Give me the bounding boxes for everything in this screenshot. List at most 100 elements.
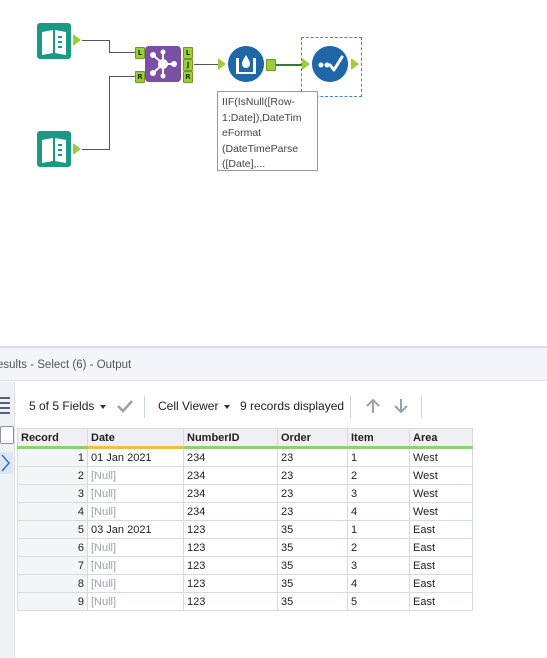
cell-area[interactable]: West [409, 466, 473, 485]
cell-order[interactable]: 35 [277, 520, 348, 539]
cell-record[interactable]: 4 [17, 502, 88, 521]
cell-area[interactable]: West [409, 502, 473, 521]
cell-item[interactable]: 5 [347, 592, 410, 611]
cell-date[interactable]: 03 Jan 2021 [87, 520, 184, 539]
cell-date[interactable]: [Null] [87, 556, 184, 575]
table-view-button[interactable] [0, 426, 14, 444]
cell-date[interactable]: 01 Jan 2021 [87, 447, 184, 467]
cell-area[interactable]: East [409, 520, 473, 539]
cell-numberid[interactable]: 234 [183, 447, 278, 467]
toolbar-divider [350, 396, 351, 418]
cell-record[interactable]: 5 [17, 520, 88, 539]
column-header-record[interactable]: Record [17, 428, 88, 449]
cell-record[interactable]: 7 [17, 556, 88, 575]
cell-numberid[interactable]: 234 [183, 466, 278, 485]
cell-area[interactable]: East [409, 574, 473, 593]
select-output-anchor[interactable] [351, 58, 359, 70]
cell-numberid[interactable]: 234 [183, 502, 278, 521]
cell-record[interactable]: 3 [17, 484, 88, 503]
cell-date[interactable]: [Null] [87, 592, 184, 611]
table-row[interactable]: 8 [Null] 123 35 4 East [17, 574, 473, 593]
cell-numberid[interactable]: 123 [183, 556, 278, 575]
toolbar-divider [421, 396, 422, 418]
table-row[interactable]: 2 [Null] 234 23 2 West [17, 466, 473, 485]
cell-area[interactable]: East [409, 592, 473, 611]
join-tool[interactable] [145, 46, 181, 85]
join-right-anchor[interactable]: R [135, 71, 145, 83]
connection-wire [109, 76, 110, 150]
cell-numberid[interactable]: 123 [183, 520, 278, 539]
metadata-icon[interactable] [0, 452, 13, 474]
table-row[interactable]: 9 [Null] 123 35 5 East [17, 592, 473, 611]
join-left-anchor[interactable]: L [135, 47, 145, 59]
cell-item[interactable]: 4 [347, 502, 410, 521]
cell-order[interactable]: 35 [277, 538, 348, 557]
table-header-row: Record Date NumberID Order Item Area [17, 428, 473, 449]
cell-date[interactable]: [Null] [87, 502, 184, 521]
table-row[interactable]: 6 [Null] 123 35 2 East [17, 538, 473, 557]
cell-viewer-label: Cell Viewer [158, 399, 219, 413]
list-icon[interactable] [0, 396, 12, 414]
input-2-output-anchor[interactable] [73, 143, 81, 155]
cell-numberid[interactable]: 123 [183, 592, 278, 611]
connection-wire [82, 40, 110, 41]
cell-date[interactable]: [Null] [87, 538, 184, 557]
cell-area[interactable]: West [409, 447, 473, 467]
cell-item[interactable]: 2 [347, 466, 410, 485]
cell-order[interactable]: 35 [277, 556, 348, 575]
join-left-output-anchor[interactable]: L [183, 47, 193, 59]
column-header-order[interactable]: Order [277, 428, 348, 449]
cell-numberid[interactable]: 234 [183, 484, 278, 503]
formula-input-anchor[interactable] [218, 58, 226, 70]
cell-item[interactable]: 3 [347, 556, 410, 575]
cell-date[interactable]: [Null] [87, 466, 184, 485]
cell-numberid[interactable]: 123 [183, 538, 278, 557]
cell-viewer-dropdown[interactable]: Cell Viewer [158, 399, 231, 413]
arrow-down-icon[interactable] [392, 397, 410, 415]
cell-item[interactable]: 1 [347, 520, 410, 539]
cell-item[interactable]: 3 [347, 484, 410, 503]
column-header-date[interactable]: Date [87, 428, 184, 449]
table-row[interactable]: 1 01 Jan 2021 234 23 1 West [17, 447, 473, 467]
column-header-numberid[interactable]: NumberID [183, 428, 278, 449]
input-1-output-anchor[interactable] [73, 34, 81, 46]
input-data-tool-2[interactable] [37, 131, 71, 170]
cell-numberid[interactable]: 123 [183, 574, 278, 593]
input-data-tool-1[interactable] [37, 23, 71, 62]
cell-date[interactable]: [Null] [87, 574, 184, 593]
cell-order[interactable]: 23 [277, 484, 348, 503]
table-row[interactable]: 4 [Null] 234 23 4 West [17, 502, 473, 521]
cell-record[interactable]: 8 [17, 574, 88, 593]
cell-area[interactable]: East [409, 538, 473, 557]
check-icon[interactable] [116, 399, 134, 413]
cell-order[interactable]: 23 [277, 466, 348, 485]
cell-area[interactable]: West [409, 484, 473, 503]
cell-order[interactable]: 35 [277, 574, 348, 593]
table-row[interactable]: 5 03 Jan 2021 123 35 1 East [17, 520, 473, 539]
cell-item[interactable]: 2 [347, 538, 410, 557]
fields-dropdown-label: 5 of 5 Fields [29, 399, 95, 413]
cell-date[interactable]: [Null] [87, 484, 184, 503]
workflow-canvas[interactable]: L R L J R IIF(IsNull([Row- 1:Date]),Date… [0, 0, 547, 346]
join-join-output-anchor[interactable]: J [183, 59, 193, 71]
cell-record[interactable]: 2 [17, 466, 88, 485]
cell-item[interactable]: 1 [347, 447, 410, 467]
cell-order[interactable]: 23 [277, 447, 348, 467]
cell-record[interactable]: 6 [17, 538, 88, 557]
formula-tool[interactable] [228, 46, 264, 85]
cell-record[interactable]: 9 [17, 592, 88, 611]
fields-dropdown[interactable]: 5 of 5 Fields [29, 399, 107, 413]
cell-order[interactable]: 23 [277, 502, 348, 521]
formula-output-anchor[interactable] [266, 59, 276, 71]
table-row[interactable]: 7 [Null] 123 35 3 East [17, 556, 473, 575]
cell-area[interactable]: East [409, 556, 473, 575]
column-header-area[interactable]: Area [409, 428, 473, 449]
cell-order[interactable]: 35 [277, 592, 348, 611]
arrow-up-icon[interactable] [364, 397, 382, 415]
cell-item[interactable]: 4 [347, 574, 410, 593]
cell-record[interactable]: 1 [17, 447, 88, 467]
table-row[interactable]: 3 [Null] 234 23 3 West [17, 484, 473, 503]
join-right-output-anchor[interactable]: R [183, 71, 193, 83]
select-tool[interactable] [312, 46, 348, 85]
column-header-item[interactable]: Item [347, 428, 410, 449]
